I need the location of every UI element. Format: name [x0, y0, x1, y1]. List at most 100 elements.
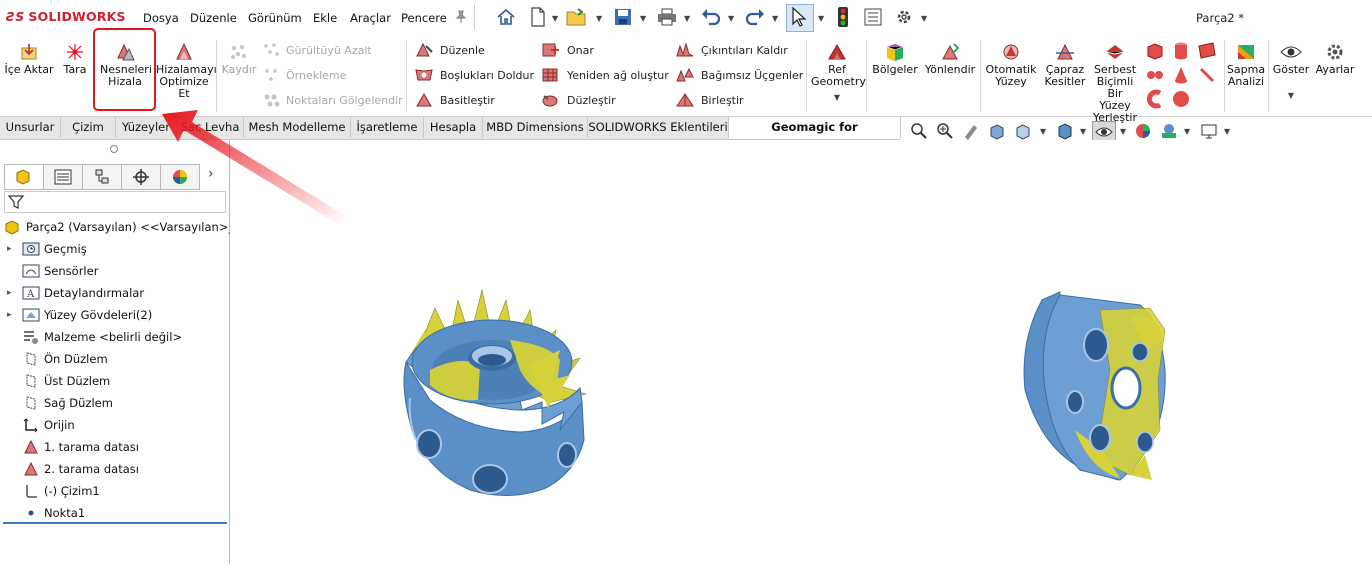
- property-manager-tab[interactable]: [43, 164, 83, 190]
- chevron-down-icon[interactable]: ▼: [818, 14, 824, 23]
- menu-duzenle[interactable]: Düzenle: [190, 11, 237, 25]
- chevron-down-icon[interactable]: ▼: [1120, 127, 1126, 136]
- tree-item-scan-data-1[interactable]: 1. tarama datası: [0, 436, 139, 458]
- align-objects-button[interactable]: Nesneleri Hizala: [96, 42, 154, 88]
- tree-item-top-plane[interactable]: Üst Düzlem: [0, 370, 110, 392]
- previous-view-icon[interactable]: [960, 121, 982, 141]
- tab-geomagic[interactable]: Geomagic for SOLIDWORKS: [729, 117, 901, 155]
- tree-item-right-plane[interactable]: Sağ Düzlem: [0, 392, 113, 414]
- select-tool-button[interactable]: [786, 4, 814, 32]
- menu-pencere[interactable]: Pencere: [401, 11, 447, 25]
- tree-item-origin[interactable]: Orijin: [0, 414, 75, 436]
- tree-item-scan-data-2[interactable]: 2. tarama datası: [0, 458, 139, 480]
- scan-button[interactable]: Tara: [58, 42, 92, 76]
- merge-button[interactable]: Birleştir: [675, 92, 744, 108]
- smooth-button[interactable]: Düzleştir: [541, 92, 616, 108]
- expand-arrow-icon[interactable]: ▸: [7, 310, 17, 320]
- simplify-button[interactable]: Basitleştir: [414, 92, 495, 108]
- tab-mbd-dimensions[interactable]: MBD Dimensions: [483, 117, 588, 138]
- undo-icon[interactable]: [700, 6, 722, 28]
- chevron-down-icon[interactable]: ▼: [1224, 127, 1230, 136]
- chevron-down-icon[interactable]: ▼: [921, 14, 927, 23]
- graphics-viewport[interactable]: [230, 140, 1372, 564]
- sphere-primitive-icon[interactable]: [1171, 89, 1191, 109]
- tab-unsurlar[interactable]: Unsurlar: [0, 117, 61, 138]
- section-view-icon[interactable]: [986, 121, 1008, 141]
- tree-item-point1[interactable]: Nokta1: [0, 502, 85, 524]
- tree-item-sketch1[interactable]: (-) Çizim1: [0, 480, 100, 502]
- independent-triangles-button[interactable]: Bağımsız Üçgenler: [675, 67, 803, 83]
- tree-item-sensors[interactable]: Sensörler: [0, 260, 98, 282]
- tree-item-history[interactable]: ▸ Geçmiş: [0, 238, 87, 260]
- torus-primitive-icon[interactable]: [1145, 89, 1165, 109]
- tree-item-front-plane[interactable]: Ön Düzlem: [0, 348, 108, 370]
- ref-geometry-button[interactable]: Ref Geometry ▼: [810, 42, 866, 104]
- file-properties-icon[interactable]: [862, 6, 884, 28]
- edit-appearance-icon[interactable]: [1132, 121, 1154, 141]
- panel-grip-icon[interactable]: [110, 145, 118, 153]
- line-primitive-icon[interactable]: [1197, 65, 1217, 85]
- rebuild-icon[interactable]: [744, 6, 766, 28]
- scan-mesh-2[interactable]: [1023, 291, 1166, 481]
- tree-item-material[interactable]: Malzeme <belirli değil>: [0, 326, 182, 348]
- fill-holes-button[interactable]: Boşlukları Doldur: [414, 67, 534, 83]
- deviation-analysis-button[interactable]: Sapma Analizi: [1226, 42, 1266, 88]
- apply-scene-icon[interactable]: [1158, 121, 1180, 141]
- box-primitive-icon[interactable]: [1145, 41, 1165, 61]
- cylinder-primitive-icon[interactable]: [1171, 41, 1191, 61]
- zoom-to-fit-icon[interactable]: [908, 121, 930, 141]
- orient-button[interactable]: Yönlendir: [922, 42, 978, 76]
- tab-cizim[interactable]: Çizim: [61, 117, 116, 138]
- solidworks-logo[interactable]: ƧS SOLIDWORKS: [6, 9, 126, 24]
- cross-sections-button[interactable]: Çapraz Kesitler: [1040, 42, 1090, 88]
- edit-mesh-button[interactable]: Düzenle: [414, 42, 485, 58]
- tab-solidworks-eklentileri[interactable]: SOLIDWORKS Eklentileri: [588, 117, 729, 138]
- repair-button[interactable]: Onar: [541, 42, 594, 58]
- menu-gorunum[interactable]: Görünüm: [248, 11, 302, 25]
- chevron-down-icon[interactable]: ▼: [728, 14, 734, 23]
- auto-surface-button[interactable]: Otomatik Yüzey: [984, 42, 1038, 88]
- regions-button[interactable]: Bölgeler: [872, 42, 918, 76]
- remesh-button[interactable]: Yeniden ağ oluştur: [541, 67, 669, 83]
- chevron-down-icon[interactable]: ▼: [684, 14, 690, 23]
- expand-arrow-icon[interactable]: ▸: [7, 288, 17, 298]
- settings-button[interactable]: Ayarlar: [1314, 42, 1356, 76]
- display-settings-icon[interactable]: [1198, 121, 1220, 141]
- menu-dosya[interactable]: Dosya: [143, 11, 179, 25]
- tab-isaretleme[interactable]: İşaretleme: [351, 117, 424, 138]
- chevron-down-icon[interactable]: ▼: [596, 14, 602, 23]
- menu-araclar[interactable]: Araçlar: [350, 11, 391, 25]
- tree-item-annotations[interactable]: ▸ A Detaylandırmalar: [0, 282, 144, 304]
- chevron-down-icon[interactable]: ▼: [552, 14, 558, 23]
- feature-manager-tab[interactable]: [4, 164, 44, 190]
- tangent-primitive-icon[interactable]: [1145, 65, 1165, 85]
- new-document-icon[interactable]: [527, 6, 549, 28]
- chevron-down-icon[interactable]: ▼: [1040, 127, 1046, 136]
- reduce-noise-button[interactable]: Gürültüyü Azalt: [262, 42, 372, 58]
- print-icon[interactable]: [656, 6, 678, 28]
- freeform-surface-button[interactable]: Serbest Biçimli Bir Yüzey Yerleştir: [1090, 42, 1140, 124]
- dynamic-annotation-icon[interactable]: [1012, 121, 1034, 141]
- traffic-light-icon[interactable]: [832, 6, 854, 28]
- gear-icon[interactable]: [893, 6, 915, 28]
- chevron-down-icon[interactable]: ▼: [1184, 127, 1190, 136]
- save-icon[interactable]: [612, 6, 634, 28]
- optimize-alignment-button[interactable]: Hizalamayı Optimize Et: [156, 42, 217, 100]
- view-orientation-icon[interactable]: [1054, 121, 1076, 141]
- open-folder-icon[interactable]: [566, 6, 588, 28]
- plane-primitive-icon[interactable]: [1197, 41, 1217, 61]
- sampling-button[interactable]: Örnekleme: [262, 67, 346, 83]
- remove-spikes-button[interactable]: Çıkıntıları Kaldır: [675, 42, 788, 58]
- import-button[interactable]: İçe Aktar: [4, 42, 54, 76]
- cone-primitive-icon[interactable]: [1171, 65, 1191, 85]
- show-button[interactable]: Göster ▼: [1272, 42, 1310, 102]
- zoom-to-area-icon[interactable]: [934, 121, 956, 141]
- tree-item-surface-bodies[interactable]: ▸ Yüzey Gövdeleri(2): [0, 304, 152, 326]
- rollback-bar[interactable]: [3, 522, 227, 524]
- home-icon[interactable]: [495, 6, 517, 28]
- pin-icon[interactable]: [450, 6, 472, 28]
- menu-ekle[interactable]: Ekle: [313, 11, 337, 25]
- chevron-down-icon[interactable]: ▼: [1080, 127, 1086, 136]
- chevron-down-icon[interactable]: ▼: [640, 14, 646, 23]
- configuration-manager-tab[interactable]: [82, 164, 122, 190]
